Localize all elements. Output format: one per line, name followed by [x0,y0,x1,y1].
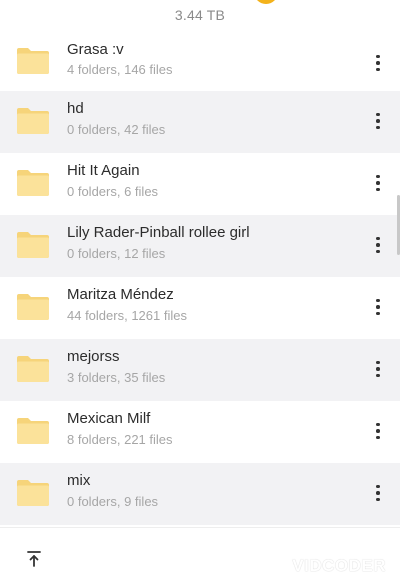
folder-details: 0 folders, 9 files [67,494,159,509]
folder-name: hd [67,100,84,117]
header: 3.44 TB [0,0,400,38]
folder-row-grasa[interactable]: Grasa :v 4 folders, 146 files [0,38,400,91]
folder-row-lily-rader[interactable]: Lily Rader-Pinball rollee girl 0 folders… [0,215,400,277]
bottom-bar: VIDCODER [0,527,400,585]
more-vertical-icon[interactable] [368,171,388,195]
storage-size-label: 3.44 TB [174,7,226,23]
more-vertical-icon[interactable] [368,481,388,505]
folder-icon [17,170,49,196]
folder-row-hd[interactable]: hd 0 folders, 42 files [0,91,400,153]
folder-row-mexican-milf[interactable]: Mexican Milf 8 folders, 221 files [0,401,400,463]
folder-icon [17,294,49,320]
header-badge[interactable] [254,0,278,4]
folder-row-mix[interactable]: mix 0 folders, 9 files [0,463,400,525]
folder-details: 0 folders, 6 files [67,184,159,199]
folder-list: Grasa :v 4 folders, 146 files hd 0 folde… [0,38,400,525]
folder-icon [17,480,49,506]
folder-details: 0 folders, 42 files [67,122,166,137]
folder-details: 8 folders, 221 files [67,432,173,447]
more-vertical-icon[interactable] [368,109,388,133]
folder-icon [17,48,49,74]
more-vertical-icon[interactable] [368,51,388,75]
file-manager-screen: 3.44 TB Grasa :v 4 folders, 146 files hd… [0,0,400,585]
folder-name: Maritza Méndez [67,286,174,303]
folder-details: 44 folders, 1261 files [67,308,187,323]
folder-details: 4 folders, 146 files [67,62,173,77]
folder-icon [17,418,49,444]
watermark-logo: VIDCODER [292,556,386,575]
folder-row-maritza-mendez[interactable]: Maritza Méndez 44 folders, 1261 files [0,277,400,339]
more-vertical-icon[interactable] [368,357,388,381]
folder-name: Hit It Again [67,162,140,179]
folder-details: 3 folders, 35 files [67,370,166,385]
folder-name: mix [67,472,91,489]
folder-name: Grasa :v [67,41,124,58]
folder-name: mejorss [67,348,120,365]
folder-icon [17,108,49,134]
more-vertical-icon[interactable] [368,419,388,443]
folder-row-hit-it-again[interactable]: Hit It Again 0 folders, 6 files [0,153,400,215]
folder-icon [17,356,49,382]
more-vertical-icon[interactable] [368,295,388,319]
folder-row-mejorss[interactable]: mejorss 3 folders, 35 files [0,339,400,401]
folder-details: 0 folders, 12 files [67,246,166,261]
folder-name: Mexican Milf [67,410,151,427]
folder-name: Lily Rader-Pinball rollee girl [67,224,250,241]
more-vertical-icon[interactable] [368,233,388,257]
folder-icon [17,232,49,258]
arrow-up-to-line-icon[interactable] [24,549,44,569]
